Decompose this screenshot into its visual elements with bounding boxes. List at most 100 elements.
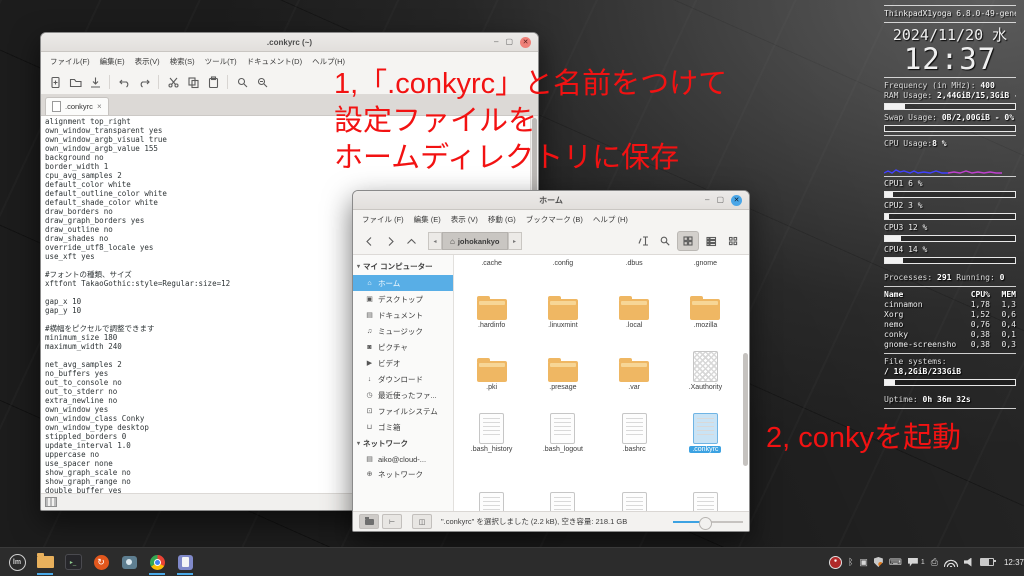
expander-icon[interactable]: ▾: [357, 263, 360, 270]
copy-icon[interactable]: [183, 73, 203, 91]
tab-width-icon[interactable]: [45, 497, 57, 507]
menu-item[interactable]: ファイル (F): [358, 212, 408, 227]
battery-icon[interactable]: [980, 558, 994, 566]
chrome-launcher[interactable]: [145, 549, 169, 575]
undo-icon[interactable]: [114, 73, 134, 91]
path-segment-home[interactable]: ⌂ johokankyo: [442, 232, 508, 250]
tab-close-icon[interactable]: ×: [97, 102, 102, 111]
maximize-button[interactable]: ▢: [505, 38, 513, 46]
file-item[interactable]: .local: [599, 268, 670, 330]
sidebar-item-recent[interactable]: ◷最近使ったファ...: [353, 387, 453, 403]
file-item[interactable]: .Xauthority: [670, 330, 741, 392]
show-places-button[interactable]: [359, 514, 379, 529]
package-icon[interactable]: ▣: [859, 557, 868, 567]
sidebar-item-network[interactable]: ⊕ネットワーク: [353, 466, 453, 482]
zoom-slider-knob[interactable]: [699, 517, 712, 530]
save-icon[interactable]: [85, 73, 105, 91]
grid-view-icon[interactable]: [677, 231, 699, 251]
path-next-icon[interactable]: ▸: [508, 232, 522, 250]
maximize-button[interactable]: ▢: [716, 196, 724, 204]
file-item[interactable]: .linuxmint: [527, 268, 598, 330]
file-item[interactable]: .dbus: [599, 255, 670, 268]
menu-item[interactable]: 表示 (V): [447, 212, 482, 227]
menu-item[interactable]: ヘルプ (H): [589, 212, 632, 227]
menu-item[interactable]: ツール(T): [201, 54, 241, 69]
menu-item[interactable]: 検索(S): [166, 54, 199, 69]
sidebar-item-documents[interactable]: ▤ドキュメント: [353, 307, 453, 323]
screenshot-tool-launcher[interactable]: [117, 549, 141, 575]
file-item[interactable]: .presage: [527, 330, 598, 392]
location-entry-icon[interactable]: [633, 232, 653, 250]
close-button[interactable]: ✕: [731, 195, 742, 206]
sidebar-item-filesystem[interactable]: ⊡ファイルシステム: [353, 403, 453, 419]
file-item[interactable]: .pki: [456, 330, 527, 392]
menu-item[interactable]: 表示(V): [131, 54, 164, 69]
fm-scrollbar[interactable]: [743, 257, 748, 509]
file-view[interactable]: .cache.config.dbus.gnome.hardinfo.linuxm…: [454, 255, 749, 511]
update-shield-icon[interactable]: [874, 557, 883, 567]
terminal-launcher[interactable]: ▸_: [61, 549, 85, 575]
sidebar-item-downloads[interactable]: ↓ダウンロード: [353, 371, 453, 387]
file-item[interactable]: .conkyrc: [670, 392, 741, 454]
file-item[interactable]: .config: [527, 255, 598, 268]
menu-item[interactable]: 編集(E): [96, 54, 129, 69]
toggle-sidebar-button[interactable]: ◫: [412, 514, 432, 529]
fm-titlebar[interactable]: ホーム – ▢ ✕: [353, 191, 749, 210]
volume-muted-icon[interactable]: [964, 558, 974, 567]
file-item[interactable]: .var: [599, 330, 670, 392]
sidebar-item-desktop[interactable]: ▣デスクトップ: [353, 291, 453, 307]
files-launcher[interactable]: [33, 549, 57, 575]
menu-item[interactable]: ドキュメント(D): [243, 54, 306, 69]
forward-icon[interactable]: [380, 232, 400, 250]
up-icon[interactable]: [401, 232, 421, 250]
minimize-button[interactable]: –: [494, 38, 498, 46]
file-item[interactable]: [599, 454, 670, 511]
menu-item[interactable]: ファイル(F): [46, 54, 94, 69]
keyboard-layout-icon[interactable]: ⌨: [889, 557, 902, 567]
menu-item[interactable]: 編集 (E): [410, 212, 445, 227]
close-button[interactable]: ✕: [520, 37, 531, 48]
file-item[interactable]: .bash_history: [456, 392, 527, 454]
menu-item[interactable]: ブックマーク (B): [522, 212, 587, 227]
back-icon[interactable]: [359, 232, 379, 250]
search-icon[interactable]: [232, 73, 252, 91]
zoom-slider[interactable]: [673, 515, 743, 529]
printer-icon[interactable]: ⎙: [931, 557, 938, 567]
text-editor-launcher[interactable]: [173, 549, 197, 575]
sidebar-section-header[interactable]: ▾マイ コンピューター: [353, 258, 453, 275]
minimize-button[interactable]: –: [705, 196, 709, 204]
cut-icon[interactable]: [163, 73, 183, 91]
sidebar-item-music[interactable]: ♫ミュージック: [353, 323, 453, 339]
file-item[interactable]: .bashrc: [599, 392, 670, 454]
notification-icon[interactable]: [908, 558, 918, 567]
taskbar-clock[interactable]: 12:37: [1002, 558, 1024, 567]
sidebar-item-video[interactable]: ▶ビデオ: [353, 355, 453, 371]
sidebar-item-home[interactable]: ⌂ホーム: [353, 275, 453, 291]
mint-menu-button[interactable]: lm: [5, 549, 29, 575]
editor-titlebar[interactable]: .conkyrc (~) – ▢ ✕: [41, 33, 538, 52]
search-icon[interactable]: [655, 232, 675, 250]
tab-conkyrc[interactable]: .conkyrc ×: [45, 97, 109, 115]
path-prev-icon[interactable]: ◂: [428, 232, 442, 250]
file-item[interactable]: .gnome: [670, 255, 741, 268]
sidebar-item-trash[interactable]: ⊔ゴミ箱: [353, 419, 453, 435]
sidebar-item-server[interactable]: ▤aiko@cloud-...: [353, 452, 453, 466]
file-item[interactable]: .hardinfo: [456, 268, 527, 330]
expander-icon[interactable]: ▾: [357, 440, 360, 447]
wifi-icon[interactable]: [944, 558, 958, 567]
screenshot-timer-icon[interactable]: [829, 556, 842, 569]
file-item[interactable]: [527, 454, 598, 511]
file-item[interactable]: .bash_logout: [527, 392, 598, 454]
search-replace-icon[interactable]: [252, 73, 272, 91]
timeshift-launcher[interactable]: ↻: [89, 549, 113, 575]
sidebar-item-pictures[interactable]: ◙ピクチャ: [353, 339, 453, 355]
compact-view-icon[interactable]: [723, 232, 743, 250]
file-item[interactable]: [456, 454, 527, 511]
sidebar-section-header[interactable]: ▾ネットワーク: [353, 435, 453, 452]
redo-icon[interactable]: [134, 73, 154, 91]
menu-item[interactable]: 移動 (G): [484, 212, 520, 227]
bluetooth-icon[interactable]: ᛒ: [848, 557, 853, 567]
new-document-icon[interactable]: [45, 73, 65, 91]
file-item[interactable]: [670, 454, 741, 511]
paste-icon[interactable]: [203, 73, 223, 91]
